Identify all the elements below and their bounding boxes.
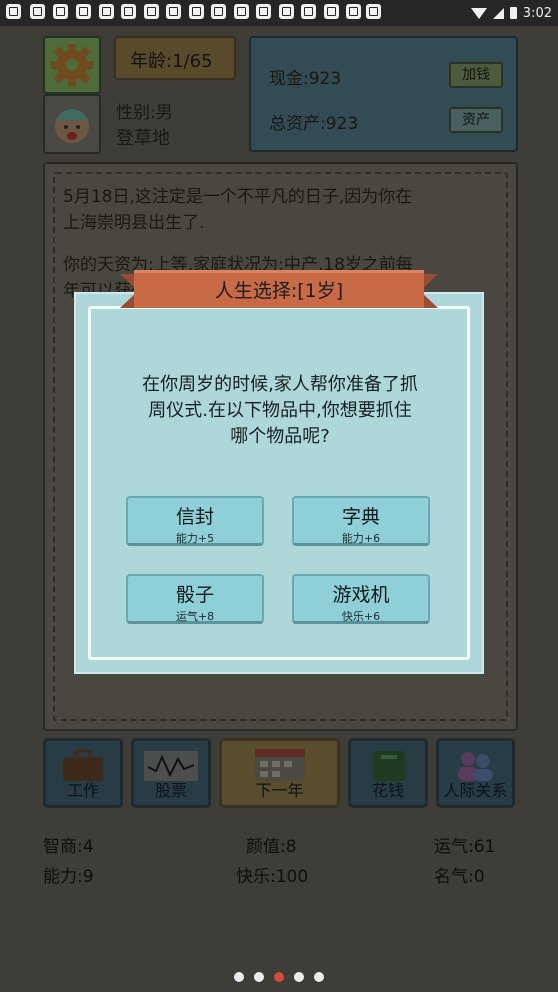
page-dot[interactable]: [294, 972, 304, 982]
stat-iq: 智商:4: [43, 837, 94, 857]
stat-ability: 能力:9: [43, 867, 94, 887]
gear-icon: [51, 44, 93, 86]
avatar-face-icon: [55, 109, 89, 143]
story-line: 5月18日,这注定是一个不平凡的日子,因为你在: [63, 187, 413, 207]
notification-icon: [166, 4, 181, 19]
notification-icon: [30, 4, 45, 19]
calendar-notification-icon: [211, 4, 226, 19]
stat-luck: 运气:61: [434, 837, 496, 857]
choice-effect: 能力+6: [341, 532, 381, 545]
assets-button[interactable]: 资产: [449, 107, 503, 133]
notification-icon: [301, 4, 316, 19]
spend-button[interactable]: 花钱: [348, 738, 428, 808]
notification-icon: [6, 4, 21, 19]
choice-envelope-button[interactable]: 信封 能力+5: [126, 496, 264, 546]
choice-effect: 快乐+6: [341, 610, 381, 623]
age-panel: 年龄:1/65: [114, 36, 236, 80]
calendar-notification-icon: [76, 4, 91, 19]
gender-label: 性别:男: [116, 103, 173, 123]
choice-name: 骰子: [175, 584, 214, 606]
notification-icon: [144, 4, 159, 19]
wifi-icon: [470, 7, 487, 19]
clock: 3:02: [522, 5, 552, 21]
cash-label: 现金:923: [269, 69, 342, 89]
story-line: 上海崇明县出生了.: [63, 213, 205, 233]
choice-effect: 能力+5: [175, 532, 215, 545]
relationships-button[interactable]: 人际关系: [436, 738, 515, 808]
calendar-notification-icon: [189, 4, 204, 19]
page-dot[interactable]: [234, 972, 244, 982]
dialog-title: 人生选择:[1岁]: [214, 280, 344, 302]
dialog-title-ribbon: 人生选择:[1岁]: [120, 268, 438, 314]
stat-looks: 颜值:8: [246, 837, 297, 857]
total-assets-label: 总资产:923: [269, 114, 359, 134]
stat-fame: 名气:0: [434, 867, 485, 887]
choice-name: 游戏机: [332, 584, 390, 606]
notification-icon: [121, 4, 136, 19]
notification-icon: [256, 4, 271, 19]
page-indicator: [0, 972, 558, 984]
notification-icon: [234, 4, 249, 19]
status-bar: 3:02: [0, 0, 558, 26]
question-line: 周仪式.在以下物品中,你想要抓住: [148, 400, 412, 421]
avatar[interactable]: [43, 94, 101, 154]
choice-name: 信封: [175, 506, 214, 528]
finance-panel: 现金:923 加钱 总资产:923 资产: [249, 36, 518, 152]
age-label: 年龄:1/65: [130, 51, 213, 72]
page-dot[interactable]: [254, 972, 264, 982]
notification-icon: [279, 4, 294, 19]
question-line: 哪个物品呢?: [230, 426, 330, 447]
notification-icon: [99, 4, 114, 19]
add-money-button[interactable]: 加钱: [449, 62, 503, 88]
work-label: 工作: [66, 781, 99, 800]
choice-name: 字典: [341, 506, 380, 528]
choice-dice-button[interactable]: 骰子 运气+8: [126, 574, 264, 624]
dialog-question: 在你周岁的时候,家人帮你准备了抓 周仪式.在以下物品中,你想要抓住 哪个物品呢?: [112, 372, 448, 450]
page-dot[interactable]: [314, 972, 324, 982]
choice-effect: 运气+8: [175, 610, 215, 623]
next-year-button[interactable]: 下一年: [219, 738, 340, 808]
spend-label: 花钱: [371, 781, 404, 800]
choice-game-console-button[interactable]: 游戏机 快乐+6: [292, 574, 430, 624]
stocks-button[interactable]: 股票: [131, 738, 211, 808]
relationships-label: 人际关系: [443, 781, 508, 800]
work-button[interactable]: 工作: [43, 738, 123, 808]
notification-icon: [324, 4, 339, 19]
stocks-label: 股票: [154, 781, 187, 800]
status-right: 3:02: [470, 4, 552, 22]
calendar-notification-icon: [53, 4, 68, 19]
notification-icon: [366, 4, 381, 19]
player-name: 登草地: [116, 128, 170, 149]
signal-icon: [492, 7, 504, 19]
battery-icon: [509, 7, 517, 19]
stat-happiness: 快乐:100: [236, 867, 309, 887]
settings-button[interactable]: [43, 36, 101, 94]
next-year-label: 下一年: [255, 781, 304, 800]
notification-icon: [346, 4, 361, 19]
page-dot-active[interactable]: [274, 972, 284, 982]
choice-dictionary-button[interactable]: 字典 能力+6: [292, 496, 430, 546]
question-line: 在你周岁的时候,家人帮你准备了抓: [142, 374, 418, 395]
